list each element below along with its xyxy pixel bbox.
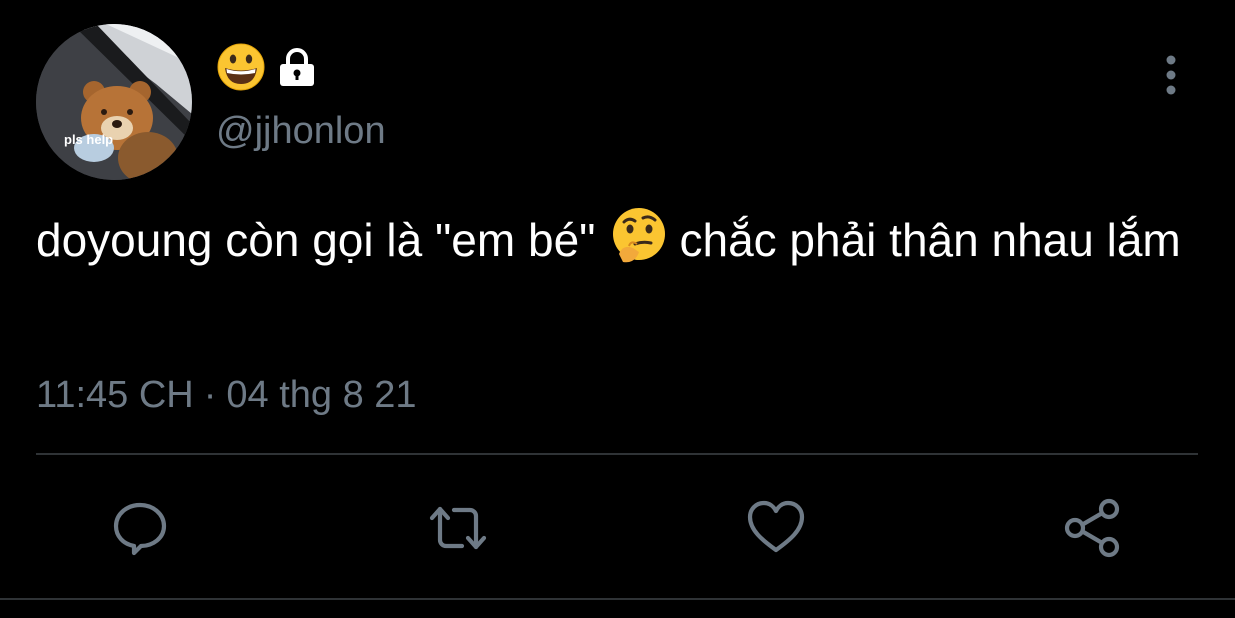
share-icon — [1064, 498, 1120, 558]
tweet-text: doyoung còn gọi là "em bé" chắc phải thâ… — [36, 206, 1196, 269]
user-handle[interactable]: @jjhonlon — [216, 110, 386, 153]
avatar[interactable]: pls help — [36, 24, 192, 180]
heart-icon — [747, 500, 805, 553]
avatar-image — [36, 24, 192, 180]
reply-button[interactable] — [108, 496, 172, 560]
tweet-date: 04 thg 8 21 — [226, 374, 417, 416]
reply-icon — [113, 502, 167, 556]
tweet-timestamp: 11:45 CH · 04 thg 8 21 — [36, 374, 417, 417]
lock-icon — [280, 48, 314, 86]
timestamp-separator: · — [203, 374, 217, 416]
tweet-detail: pls help @jjhonlon doyoung còn gọi là "e… — [0, 0, 1235, 618]
share-button[interactable] — [1062, 496, 1126, 560]
display-name[interactable] — [216, 42, 318, 92]
retweet-icon — [429, 506, 487, 550]
avatar-caption: pls help — [64, 132, 114, 147]
divider — [36, 453, 1198, 455]
retweet-button[interactable] — [426, 496, 490, 560]
thinking-face-icon — [613, 208, 666, 263]
tweet-time: 11:45 CH — [36, 374, 194, 416]
grinning-face-icon — [217, 43, 265, 91]
tweet-text-part2: chắc phải thân nhau lắm — [679, 214, 1181, 266]
like-button[interactable] — [744, 496, 808, 560]
bottom-divider — [0, 598, 1235, 600]
more-vertical-icon[interactable] — [1156, 54, 1186, 98]
tweet-text-part1: doyoung còn gọi là "em bé" — [36, 214, 596, 266]
